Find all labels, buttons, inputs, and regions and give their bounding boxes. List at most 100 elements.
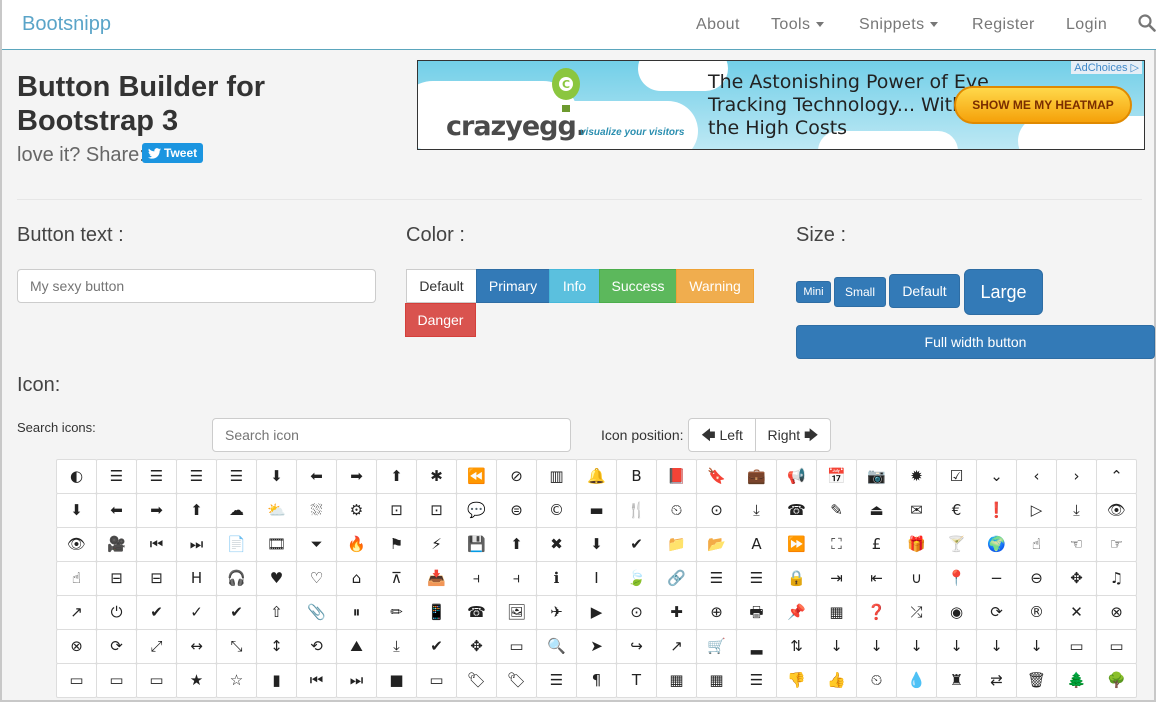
glyphicon-cell-icon[interactable]: ⊗ bbox=[1096, 595, 1137, 630]
glyphicon-cell-icon[interactable]: 🎧 bbox=[216, 561, 257, 596]
glyphicon-cell-icon[interactable]: ☎ bbox=[776, 493, 817, 528]
glyphicon-cell-icon[interactable]: ▭ bbox=[136, 663, 177, 698]
color-info-button[interactable]: Info bbox=[549, 269, 600, 303]
nav-register[interactable]: Register bbox=[972, 16, 1035, 34]
glyphicon-cell-icon[interactable]: 💬 bbox=[456, 493, 497, 528]
glyphicon-cell-icon[interactable]: ⌃ bbox=[1096, 459, 1137, 494]
glyphicon-cell-icon[interactable]: ⇅ bbox=[776, 629, 817, 664]
glyphicon-cell-icon[interactable]: ↓ bbox=[896, 629, 937, 664]
glyphicon-cell-icon[interactable]: ⬇ bbox=[576, 527, 617, 562]
glyphicon-cell-icon[interactable]: ☰ bbox=[136, 459, 177, 494]
glyphicon-cell-icon[interactable]: A bbox=[736, 527, 777, 562]
nav-about[interactable]: About bbox=[696, 16, 740, 34]
glyphicon-cell-icon[interactable]: 🎁 bbox=[896, 527, 937, 562]
glyphicon-cell-icon[interactable]: ↗ bbox=[56, 595, 97, 630]
glyphicon-cell-icon[interactable]: 📁 bbox=[656, 527, 697, 562]
glyphicon-cell-icon[interactable]: ⤮ bbox=[896, 595, 937, 630]
glyphicon-cell-icon[interactable]: 👁 bbox=[1096, 493, 1137, 528]
glyphicon-cell-icon[interactable]: 🔒 bbox=[776, 561, 817, 596]
glyphicon-cell-icon[interactable]: ⤡ bbox=[216, 629, 257, 664]
glyphicon-cell-icon[interactable]: ✚ bbox=[656, 595, 697, 630]
glyphicon-cell-icon[interactable]: ⊟ bbox=[96, 561, 137, 596]
glyphicon-cell-icon[interactable]: £ bbox=[856, 527, 897, 562]
glyphicon-cell-icon[interactable]: ✖ bbox=[536, 527, 577, 562]
glyphicon-cell-icon[interactable]: ▭ bbox=[416, 663, 457, 698]
glyphicon-cell-icon[interactable]: 📱 bbox=[416, 595, 457, 630]
glyphicon-cell-icon[interactable]: ☁ bbox=[216, 493, 257, 528]
glyphicon-cell-icon[interactable]: ☰ bbox=[96, 459, 137, 494]
glyphicon-cell-icon[interactable]: 💾 bbox=[456, 527, 497, 562]
glyphicon-cell-icon[interactable]: ↓ bbox=[816, 629, 857, 664]
glyphicon-cell-icon[interactable]: ◉ bbox=[936, 595, 977, 630]
glyphicon-cell-icon[interactable]: ❓ bbox=[856, 595, 897, 630]
glyphicon-cell-icon[interactable]: ■ bbox=[376, 663, 417, 698]
glyphicon-cell-icon[interactable]: B bbox=[616, 459, 657, 494]
glyphicon-cell-icon[interactable]: ℹ bbox=[536, 561, 577, 596]
glyphicon-cell-icon[interactable]: ⊡ bbox=[416, 493, 457, 528]
glyphicon-cell-icon[interactable]: ⏮ bbox=[136, 527, 177, 562]
glyphicon-cell-icon[interactable]: ✥ bbox=[456, 629, 497, 664]
glyphicon-cell-icon[interactable]: ⏲ bbox=[656, 493, 697, 528]
glyphicon-cell-icon[interactable]: ▂ bbox=[736, 629, 777, 664]
glyphicon-cell-icon[interactable]: I bbox=[576, 561, 617, 596]
glyphicon-cell-icon[interactable]: ➤ bbox=[576, 629, 617, 664]
glyphicon-cell-icon[interactable]: ⤢ bbox=[136, 629, 177, 664]
glyphicon-cell-icon[interactable]: 👁 bbox=[56, 527, 97, 562]
glyphicon-cell-icon[interactable]: ⏏ bbox=[856, 493, 897, 528]
icon-position-left-button[interactable]: 🡄 Left bbox=[688, 418, 756, 452]
glyphicon-cell-icon[interactable]: ⟲ bbox=[296, 629, 337, 664]
icon-search-input[interactable] bbox=[212, 418, 571, 452]
glyphicon-cell-icon[interactable]: ♡ bbox=[296, 561, 337, 596]
glyphicon-cell-icon[interactable]: ⏭ bbox=[336, 663, 377, 698]
glyphicon-cell-icon[interactable]: › bbox=[1056, 459, 1097, 494]
glyphicon-cell-icon[interactable]: ⊗ bbox=[56, 629, 97, 664]
glyphicon-cell-icon[interactable]: ▦ bbox=[816, 595, 857, 630]
glyphicon-cell-icon[interactable]: 🍃 bbox=[616, 561, 657, 596]
glyphicon-cell-icon[interactable]: ⊙ bbox=[696, 493, 737, 528]
button-text-input[interactable] bbox=[17, 269, 376, 303]
glyphicon-cell-icon[interactable]: ⊡ bbox=[376, 493, 417, 528]
glyphicon-cell-icon[interactable]: ☜ bbox=[1056, 527, 1097, 562]
glyphicon-cell-icon[interactable]: 📷 bbox=[856, 459, 897, 494]
glyphicon-cell-icon[interactable]: ↓ bbox=[936, 629, 977, 664]
glyphicon-cell-icon[interactable]: ↓ bbox=[1016, 629, 1057, 664]
glyphicon-cell-icon[interactable]: ➡ bbox=[136, 493, 177, 528]
glyphicon-cell-icon[interactable]: ⊼ bbox=[376, 561, 417, 596]
glyphicon-cell-icon[interactable]: ⛰ bbox=[336, 629, 377, 664]
glyphicon-cell-icon[interactable]: ⬆ bbox=[176, 493, 217, 528]
color-primary-button[interactable]: Primary bbox=[476, 269, 550, 303]
glyphicon-cell-icon[interactable]: ✕ bbox=[1056, 595, 1097, 630]
glyphicon-cell-icon[interactable]: ↓ bbox=[976, 629, 1017, 664]
glyphicon-cell-icon[interactable]: T bbox=[616, 663, 657, 698]
glyphicon-cell-icon[interactable]: ⬇ bbox=[56, 493, 97, 528]
glyphicon-cell-icon[interactable]: ☝ bbox=[56, 561, 97, 596]
glyphicon-cell-icon[interactable]: ⏩ bbox=[776, 527, 817, 562]
glyphicon-cell-icon[interactable]: ☎ bbox=[456, 595, 497, 630]
glyphicon-cell-icon[interactable]: ✏ bbox=[376, 595, 417, 630]
glyphicon-cell-icon[interactable]: ⊖ bbox=[1016, 561, 1057, 596]
glyphicon-cell-icon[interactable]: ↗ bbox=[656, 629, 697, 664]
glyphicon-cell-icon[interactable]: ☑ bbox=[936, 459, 977, 494]
glyphicon-cell-icon[interactable]: ✓ bbox=[176, 595, 217, 630]
color-default-button[interactable]: Default bbox=[406, 269, 477, 303]
glyphicon-cell-icon[interactable]: 📍 bbox=[936, 561, 977, 596]
glyphicon-cell-icon[interactable]: ♜ bbox=[936, 663, 977, 698]
tweet-button[interactable]: Tweet bbox=[142, 143, 203, 163]
size-default-button[interactable]: Default bbox=[889, 274, 960, 308]
glyphicon-cell-icon[interactable]: 🖶 bbox=[736, 595, 777, 630]
glyphicon-cell-icon[interactable]: ¶ bbox=[576, 663, 617, 698]
glyphicon-cell-icon[interactable]: ⬆ bbox=[496, 527, 537, 562]
glyphicon-cell-icon[interactable]: 📌 bbox=[776, 595, 817, 630]
nav-snippets[interactable]: Snippets bbox=[859, 16, 939, 34]
nav-login[interactable]: Login bbox=[1066, 16, 1107, 34]
glyphicon-cell-icon[interactable]: ☞ bbox=[1096, 527, 1137, 562]
glyphicon-cell-icon[interactable]: ⤓ bbox=[736, 493, 777, 528]
glyphicon-cell-icon[interactable]: ® bbox=[1016, 595, 1057, 630]
glyphicon-cell-icon[interactable]: ▭ bbox=[1056, 629, 1097, 664]
glyphicon-cell-icon[interactable]: ⇧ bbox=[256, 595, 297, 630]
glyphicon-cell-icon[interactable]: ⏲ bbox=[856, 663, 897, 698]
glyphicon-cell-icon[interactable]: 🔍 bbox=[536, 629, 577, 664]
glyphicon-cell-icon[interactable]: ⬅ bbox=[96, 493, 137, 528]
full-width-button[interactable]: Full width button bbox=[796, 325, 1155, 359]
color-success-button[interactable]: Success bbox=[599, 269, 677, 303]
